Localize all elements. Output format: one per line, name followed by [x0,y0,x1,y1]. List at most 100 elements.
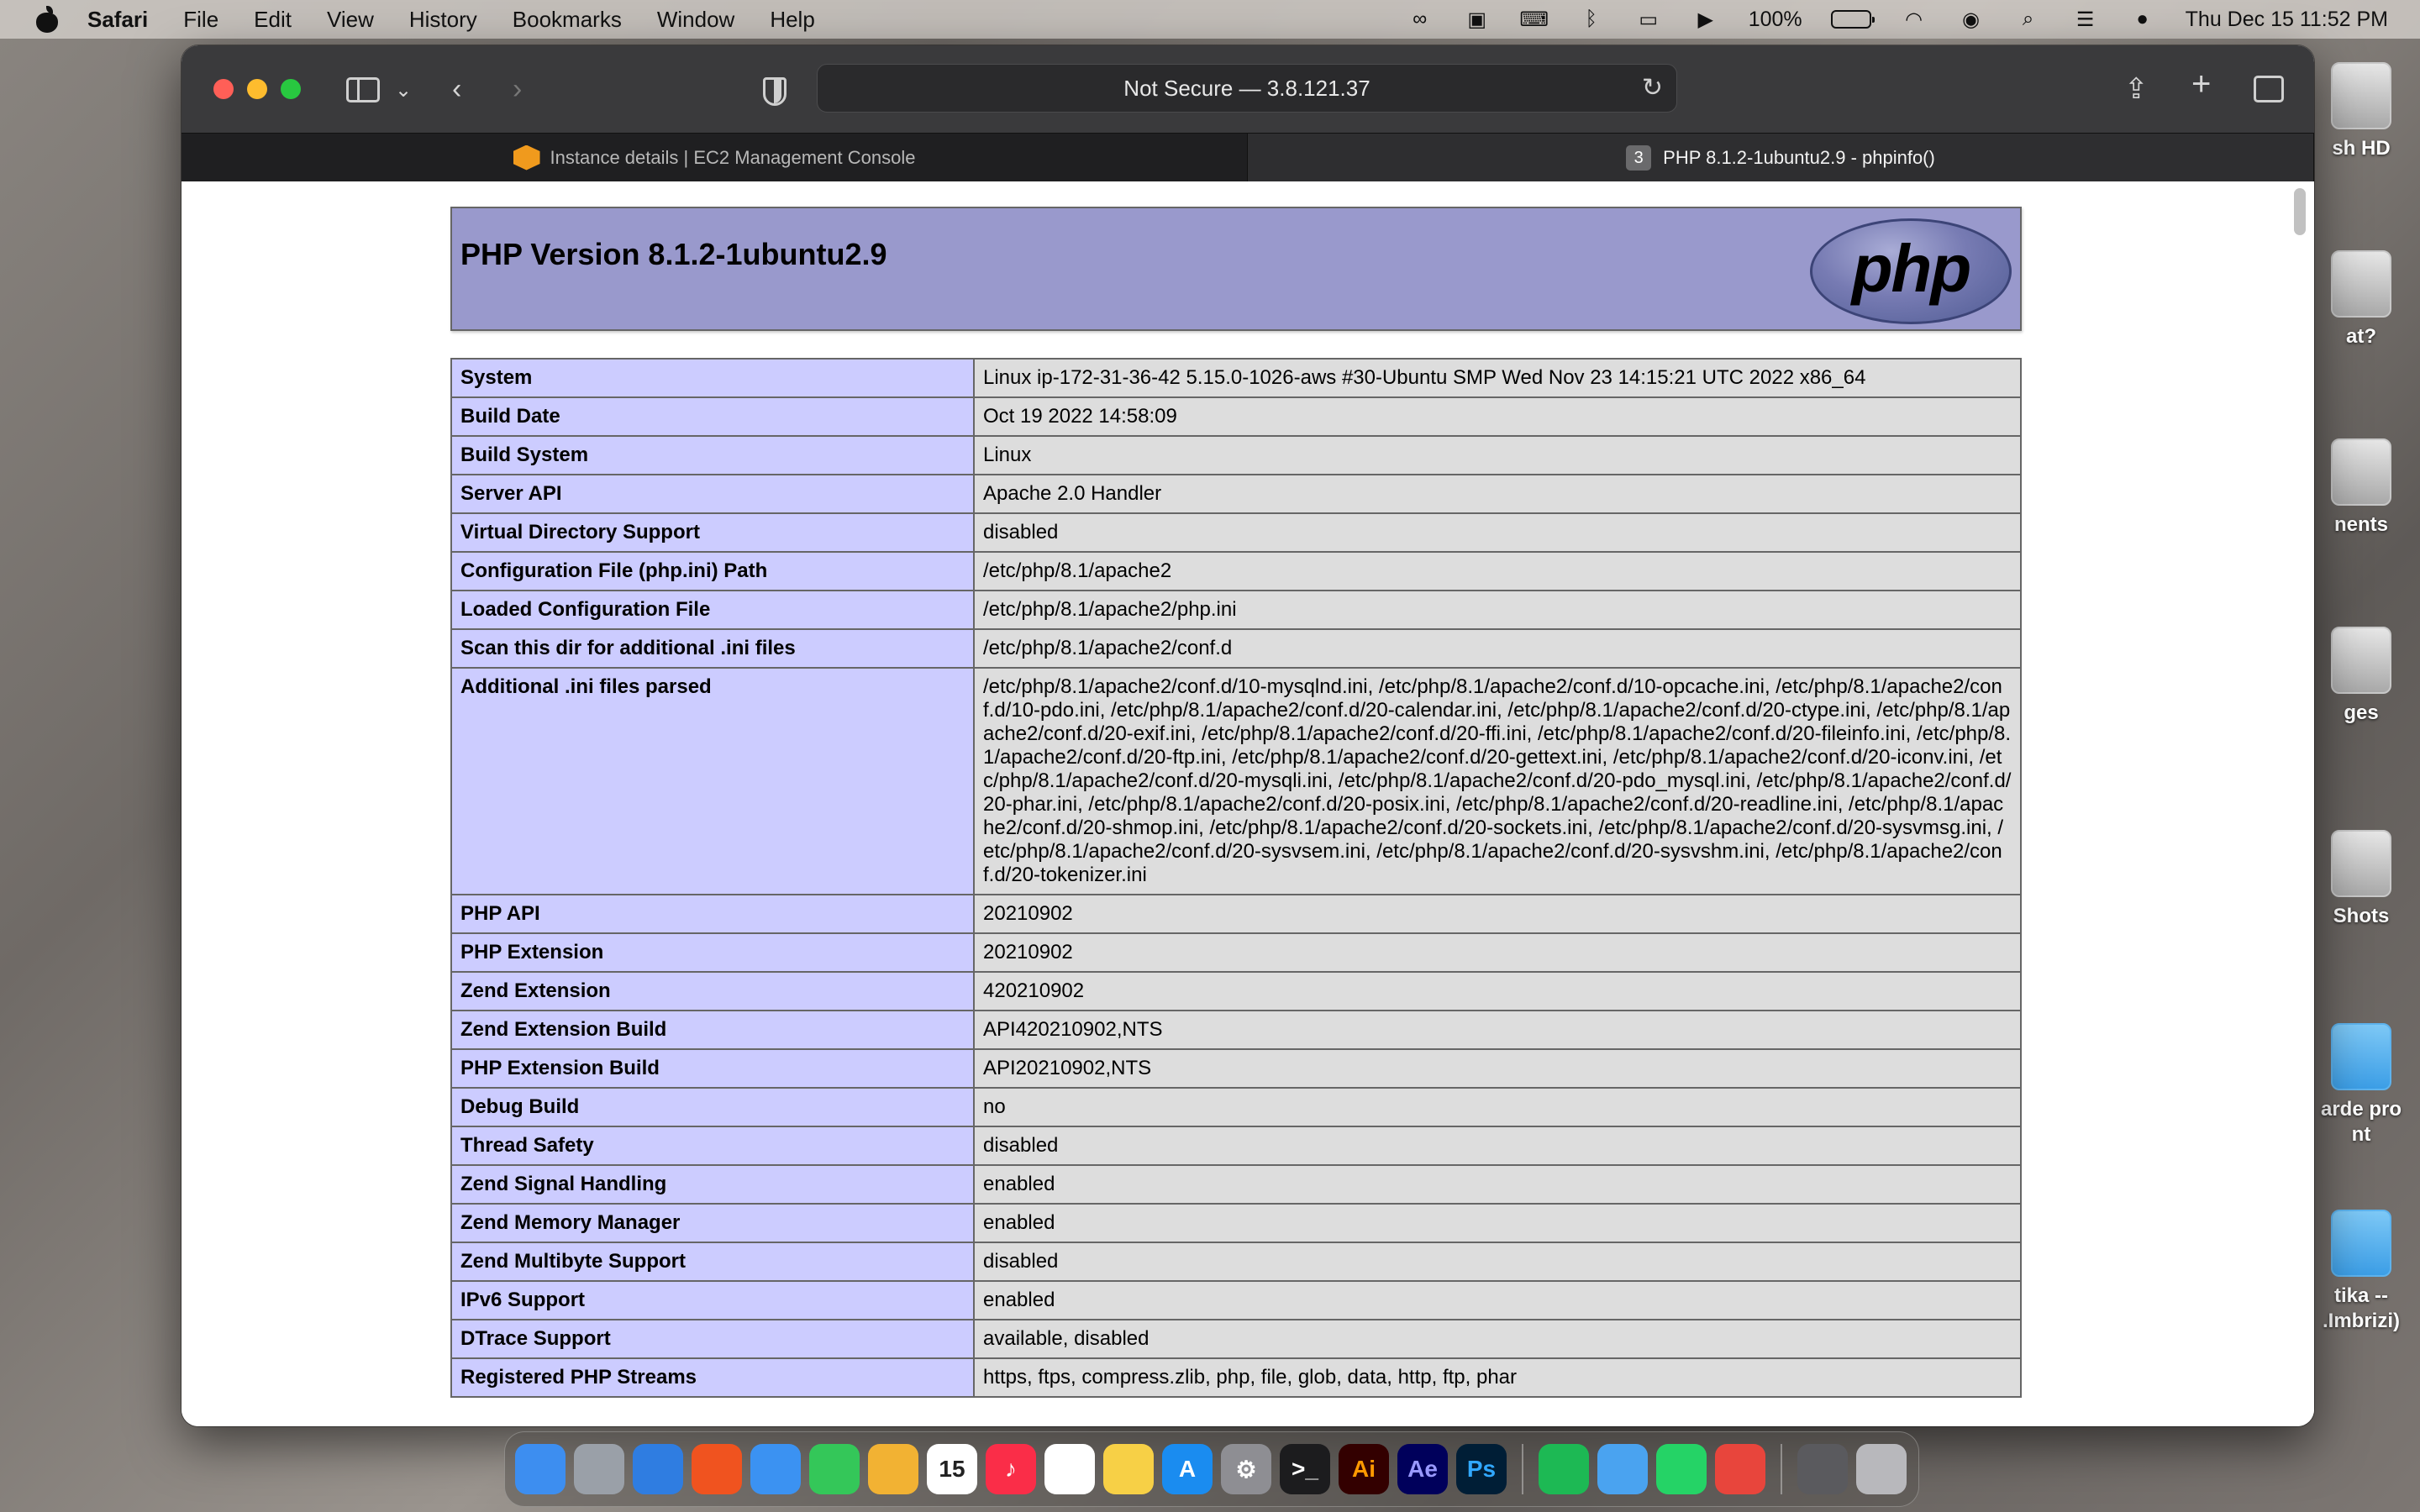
desktop-item-screenshots[interactable]: Shots [2302,830,2420,929]
table-row: Server API Apache 2.0 Handler [450,474,2022,514]
desktop-item-disk[interactable]: sh HD [2302,62,2420,161]
spotlight-search-icon[interactable]: ⌕ [2014,8,2043,30]
desktop-item-2[interactable]: at? [2302,250,2420,349]
chevron-down-icon[interactable]: ⌄ [395,76,412,106]
row-key: IPv6 Support [450,1280,975,1320]
row-key: Build Date [450,396,975,437]
battery-icon[interactable] [1830,10,1875,29]
dock-app-downloads-icon[interactable] [1797,1444,1848,1494]
dock-app-photos-icon[interactable] [868,1444,918,1494]
creative-cloud-icon[interactable]: ∞ [1406,8,1434,30]
desktop-item-label: tika -- .Imbrizi) [2322,1284,2400,1332]
share-icon[interactable]: ⇪ [2124,74,2149,104]
dock-app-reminders-icon[interactable] [1044,1444,1095,1494]
back-button[interactable]: ‹ [452,74,461,104]
zoom-window-button[interactable] [281,79,301,99]
bluetooth-icon[interactable]: ᛒ [1577,8,1606,30]
page-title: PHP Version 8.1.2-1ubuntu2.9 [460,237,887,271]
page-content[interactable]: PHP Version 8.1.2-1ubuntu2.9 php System L… [182,181,2314,1426]
sidebar-toggle-icon[interactable] [346,77,380,102]
forward-button[interactable]: › [513,74,522,104]
safari-window: ⌄ ‹ › Not Secure — 3.8.121.37 ↻ ⇪ + Inst… [182,45,2314,1426]
desktop-item-label: ges [2344,701,2379,724]
table-row: DTrace Support available, disabled [450,1319,2022,1359]
menu-bookmarks[interactable]: Bookmarks [513,7,622,33]
dock-app-facetime-icon[interactable] [809,1444,860,1494]
screen-mirroring-icon[interactable]: ▣ [1463,8,1491,31]
menu-history[interactable]: History [409,7,477,33]
menu-app-name[interactable]: Safari [87,7,148,33]
address-bar[interactable]: Not Secure — 3.8.121.37 ↻ [817,64,1677,113]
menu-window[interactable]: Window [657,7,734,33]
dock-app-safari-icon[interactable] [633,1444,683,1494]
reload-icon[interactable]: ↻ [1642,73,1663,102]
tab-badge: 3 [1626,144,1652,171]
row-key: Configuration File (php.ini) Path [450,551,975,591]
dock-app-notes-icon[interactable] [1103,1444,1154,1494]
play-icon[interactable]: ▶ [1691,8,1720,31]
row-key: Server API [450,474,975,514]
privacy-shield-icon[interactable] [763,77,786,106]
minimize-window-button[interactable] [247,79,267,99]
apple-menu-icon[interactable] [34,6,59,33]
desktop-item-folder[interactable]: arde pro nt [2302,1023,2420,1147]
desktop-item-documents[interactable]: nents [2302,438,2420,538]
siri-icon[interactable]: ● [2128,8,2157,30]
row-value: disabled [973,1242,2022,1282]
dock-app-migrate-icon[interactable] [1597,1444,1648,1494]
dock-app-brave-icon[interactable] [692,1444,742,1494]
menu-help[interactable]: Help [770,7,814,33]
screenshot-icon [2331,830,2391,897]
table-row: Zend Extension Build API420210902,NTS [450,1010,2022,1050]
phpinfo-table: System Linux ip-172-31-36-42 5.15.0-1026-… [450,358,2022,1398]
table-row: Zend Multibyte Support disabled [450,1242,2022,1282]
dock-app-system-settings-icon[interactable]: ⚙ [1221,1444,1271,1494]
dock-app-spotify-icon[interactable] [1539,1444,1589,1494]
menu-view[interactable]: View [327,7,374,33]
row-key: Virtual Directory Support [450,512,975,553]
dock-app-trash-icon[interactable] [1856,1444,1907,1494]
php-logo-text: php [1851,231,1972,306]
menu-file[interactable]: File [183,7,218,33]
tab-phpinfo[interactable]: 3 PHP 8.1.2-1ubuntu2.9 - phpinfo() [1248,134,2314,181]
row-key: Scan this dir for additional .ini files [450,628,975,669]
dock-app-after-effects-icon[interactable]: Ae [1397,1444,1448,1494]
php-logo[interactable]: php [1810,218,2012,324]
desktop-item-images[interactable]: ges [2302,627,2420,726]
new-tab-button[interactable]: + [2191,67,2211,101]
dock-app-chrome-icon[interactable] [1715,1444,1765,1494]
menu-edit[interactable]: Edit [254,7,292,33]
folder-icon [2331,1023,2391,1090]
dock-app-whatsapp-icon[interactable] [1656,1444,1707,1494]
row-key: Zend Memory Manager [450,1203,975,1243]
tab-label: Instance details | EC2 Management Consol… [550,146,916,168]
dock-app-mail-icon[interactable] [750,1444,801,1494]
wifi-icon[interactable]: ◠ [1900,8,1928,31]
dock-app-music-icon[interactable]: ♪ [986,1444,1036,1494]
close-window-button[interactable] [213,79,234,99]
desktop-item-label: Shots [2333,905,2390,927]
vertical-scrollbar[interactable] [2294,188,2306,235]
table-row: Debug Build no [450,1087,2022,1127]
tab-ec2-console[interactable]: Instance details | EC2 Management Consol… [182,134,1248,181]
row-value: 20210902 [973,932,2022,973]
table-row: IPv6 Support enabled [450,1280,2022,1320]
dock-app-illustrator-icon[interactable]: Ai [1339,1444,1389,1494]
clock[interactable]: Thu Dec 15 11:52 PM [2186,8,2388,32]
user-icon[interactable]: ◉ [1957,8,1986,31]
control-center-icon[interactable]: ☰ [2071,8,2100,31]
dock-app-app-store-icon[interactable]: A [1162,1444,1213,1494]
keyboard-icon[interactable]: ⌨ [1519,8,1549,31]
dock-app-terminal-icon[interactable]: >_ [1280,1444,1330,1494]
dock-app-finder-icon[interactable] [515,1444,566,1494]
dock-app-calendar-icon[interactable]: 15 [927,1444,977,1494]
desktop-icons: sh HD at? nents ges Shots arde pro nt ti… [2302,45,2420,1440]
document-icon [2331,627,2391,694]
dock-app-launchpad-icon[interactable] [574,1444,624,1494]
dock-app-photoshop-icon[interactable]: Ps [1456,1444,1507,1494]
display-icon[interactable]: ▭ [1634,8,1663,31]
tab-overview-icon[interactable] [2254,76,2284,102]
desktop-item-folder-2[interactable]: tika -- .Imbrizi) [2302,1210,2420,1334]
row-key: Zend Extension Build [450,1010,975,1050]
row-value: disabled [973,1126,2022,1166]
